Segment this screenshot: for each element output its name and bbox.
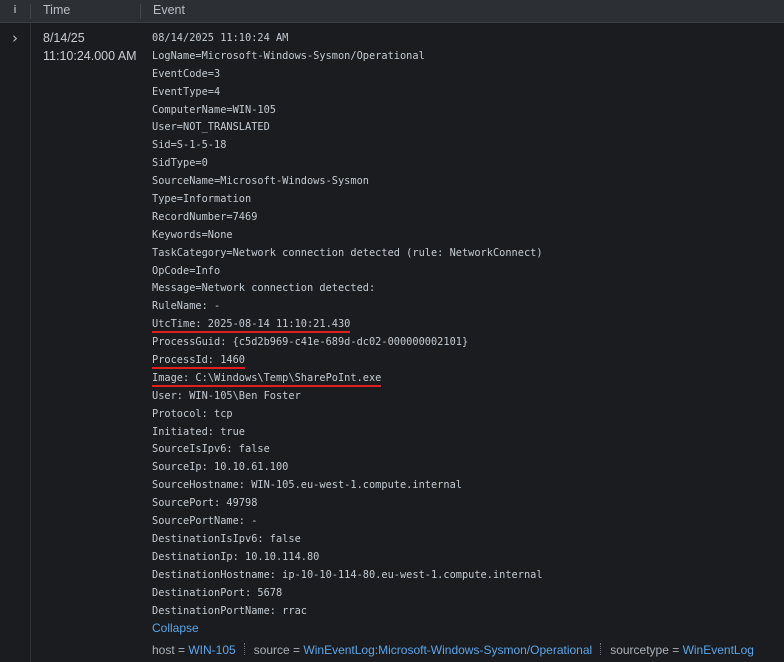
event-line: SourceIsIpv6: false bbox=[152, 441, 543, 459]
event-line: OpCode=Info bbox=[152, 263, 543, 281]
event-line-text: DestinationIsIpv6: false bbox=[152, 532, 301, 545]
event-line: SourceHostname: WIN-105.eu-west-1.comput… bbox=[152, 477, 543, 495]
highlighted-event-line: ProcessId: 1460 bbox=[152, 354, 245, 370]
event-line: 08/14/2025 11:10:24 AM bbox=[152, 30, 543, 48]
event-column-header[interactable]: Event bbox=[153, 0, 185, 22]
event-line-text: User=NOT_TRANSLATED bbox=[152, 121, 270, 134]
column-divider bbox=[30, 4, 31, 19]
event-line-text: SourceHostname: WIN-105.eu-west-1.comput… bbox=[152, 479, 462, 492]
event-line-text: Type=Information bbox=[152, 193, 252, 206]
event-line-text: DestinationIp: 10.10.114.80 bbox=[152, 550, 320, 563]
event-line: EventType=4 bbox=[152, 84, 543, 102]
highlighted-event-line: Image: C:\Windows\Temp\SharePoInt.exe bbox=[152, 371, 382, 387]
event-line: SourceIp: 10.10.61.100 bbox=[152, 459, 543, 477]
event-line: ComputerName=WIN-105 bbox=[152, 102, 543, 120]
event-line-text: ProcessGuid: {c5d2b969-c41e-689d-dc02-00… bbox=[152, 336, 469, 349]
event-line: DestinationPort: 5678 bbox=[152, 585, 543, 603]
event-line-text: SourcePortName: - bbox=[152, 515, 258, 528]
event-time: 11:10:24.000 AM bbox=[43, 49, 137, 63]
info-icon[interactable]: i bbox=[0, 0, 30, 22]
event-line-text: Initiated: true bbox=[152, 425, 245, 438]
event-line: DestinationIp: 10.10.114.80 bbox=[152, 549, 543, 567]
selected-fields: host = WIN-105 source = WinEventLog:Micro… bbox=[152, 643, 754, 657]
event-line-text: LogName=Microsoft-Windows-Sysmon/Operati… bbox=[152, 49, 425, 62]
event-line-text: Sid=S-1-5-18 bbox=[152, 139, 227, 152]
event-line: Sid=S-1-5-18 bbox=[152, 137, 543, 155]
event-line-text: SourceIp: 10.10.61.100 bbox=[152, 461, 289, 474]
column-divider bbox=[30, 23, 31, 662]
event-line: Keywords=None bbox=[152, 227, 543, 245]
event-line-text: ComputerName=WIN-105 bbox=[152, 103, 276, 116]
event-line: ProcessId: 1460 bbox=[152, 352, 543, 370]
event-line: Initiated: true bbox=[152, 424, 543, 442]
event-line: LogName=Microsoft-Windows-Sysmon/Operati… bbox=[152, 48, 543, 66]
event-line: User: WIN-105\Ben Foster bbox=[152, 388, 543, 406]
event-line-text: EventType=4 bbox=[152, 85, 221, 98]
field-value-link[interactable]: WinEventLog:Microsoft-Windows-Sysmon/Ope… bbox=[303, 643, 592, 657]
event-line: Protocol: tcp bbox=[152, 406, 543, 424]
event-line: SidType=0 bbox=[152, 155, 543, 173]
field-key: source = bbox=[253, 643, 304, 657]
event-line-text: SourcePort: 49798 bbox=[152, 497, 258, 510]
event-line-text: User: WIN-105\Ben Foster bbox=[152, 389, 301, 402]
table-header: i Time Event bbox=[0, 0, 784, 23]
event-line-text: DestinationPort: 5678 bbox=[152, 586, 283, 599]
field-separator bbox=[600, 643, 602, 655]
event-line: User=NOT_TRANSLATED bbox=[152, 119, 543, 137]
highlighted-event-line: UtcTime: 2025-08-14 11:10:21.430 bbox=[152, 318, 351, 334]
event-line-text: SourceIsIpv6: false bbox=[152, 443, 270, 456]
event-line: EventCode=3 bbox=[152, 66, 543, 84]
event-line: RecordNumber=7469 bbox=[152, 209, 543, 227]
search-results-table: i Time Event › 8/14/25 11:10:24.000 AM 0… bbox=[0, 0, 784, 662]
event-date: 8/14/25 bbox=[43, 31, 85, 45]
event-line: SourceName=Microsoft-Windows-Sysmon bbox=[152, 173, 543, 191]
event-line-text: 08/14/2025 11:10:24 AM bbox=[152, 32, 289, 44]
event-line-text: Message=Network connection detected: bbox=[152, 282, 376, 295]
event-line-text: TaskCategory=Network connection detected… bbox=[152, 246, 543, 259]
event-line: SourcePort: 49798 bbox=[152, 495, 543, 513]
event-line: ProcessGuid: {c5d2b969-c41e-689d-dc02-00… bbox=[152, 334, 543, 352]
field-separator bbox=[243, 643, 246, 655]
event-line-text: Keywords=None bbox=[152, 228, 233, 241]
event-line-text: RecordNumber=7469 bbox=[152, 210, 258, 223]
column-divider bbox=[140, 4, 141, 19]
event-line: UtcTime: 2025-08-14 11:10:21.430 bbox=[152, 316, 543, 334]
event-line-text: SourceName=Microsoft-Windows-Sysmon bbox=[152, 175, 369, 188]
event-line-text: RuleName: - bbox=[152, 300, 221, 313]
event-line-text: OpCode=Info bbox=[152, 264, 221, 277]
collapse-link[interactable]: Collapse bbox=[152, 621, 199, 635]
chevron-right-icon[interactable]: › bbox=[9, 31, 21, 46]
event-line: Type=Information bbox=[152, 191, 543, 209]
event-line: RuleName: - bbox=[152, 298, 543, 316]
event-line: TaskCategory=Network connection detected… bbox=[152, 245, 543, 263]
event-line-text: Protocol: tcp bbox=[152, 407, 233, 420]
field-value-link[interactable]: WinEventLog bbox=[683, 643, 754, 657]
event-line: Message=Network connection detected: bbox=[152, 280, 543, 298]
event-line-text: EventCode=3 bbox=[152, 67, 221, 80]
event-line: DestinationIsIpv6: false bbox=[152, 531, 543, 549]
event-line: DestinationHostname: ip-10-10-114-80.eu-… bbox=[152, 567, 543, 585]
event-line: Image: C:\Windows\Temp\SharePoInt.exe bbox=[152, 370, 543, 388]
time-column-header[interactable]: Time bbox=[43, 0, 70, 22]
event-raw-text: 08/14/2025 11:10:24 AM LogName=Microsoft-… bbox=[152, 30, 543, 620]
event-line-text: SidType=0 bbox=[152, 157, 208, 170]
event-line: SourcePortName: - bbox=[152, 513, 543, 531]
field-key: sourcetype = bbox=[610, 643, 683, 657]
field-key: host = bbox=[152, 643, 189, 657]
event-line: DestinationPortName: rrac bbox=[152, 603, 543, 621]
event-line-text: DestinationHostname: ip-10-10-114-80.eu-… bbox=[152, 568, 543, 581]
event-line-text: DestinationPortName: rrac bbox=[152, 604, 307, 617]
field-value-link[interactable]: WIN-105 bbox=[188, 643, 235, 657]
